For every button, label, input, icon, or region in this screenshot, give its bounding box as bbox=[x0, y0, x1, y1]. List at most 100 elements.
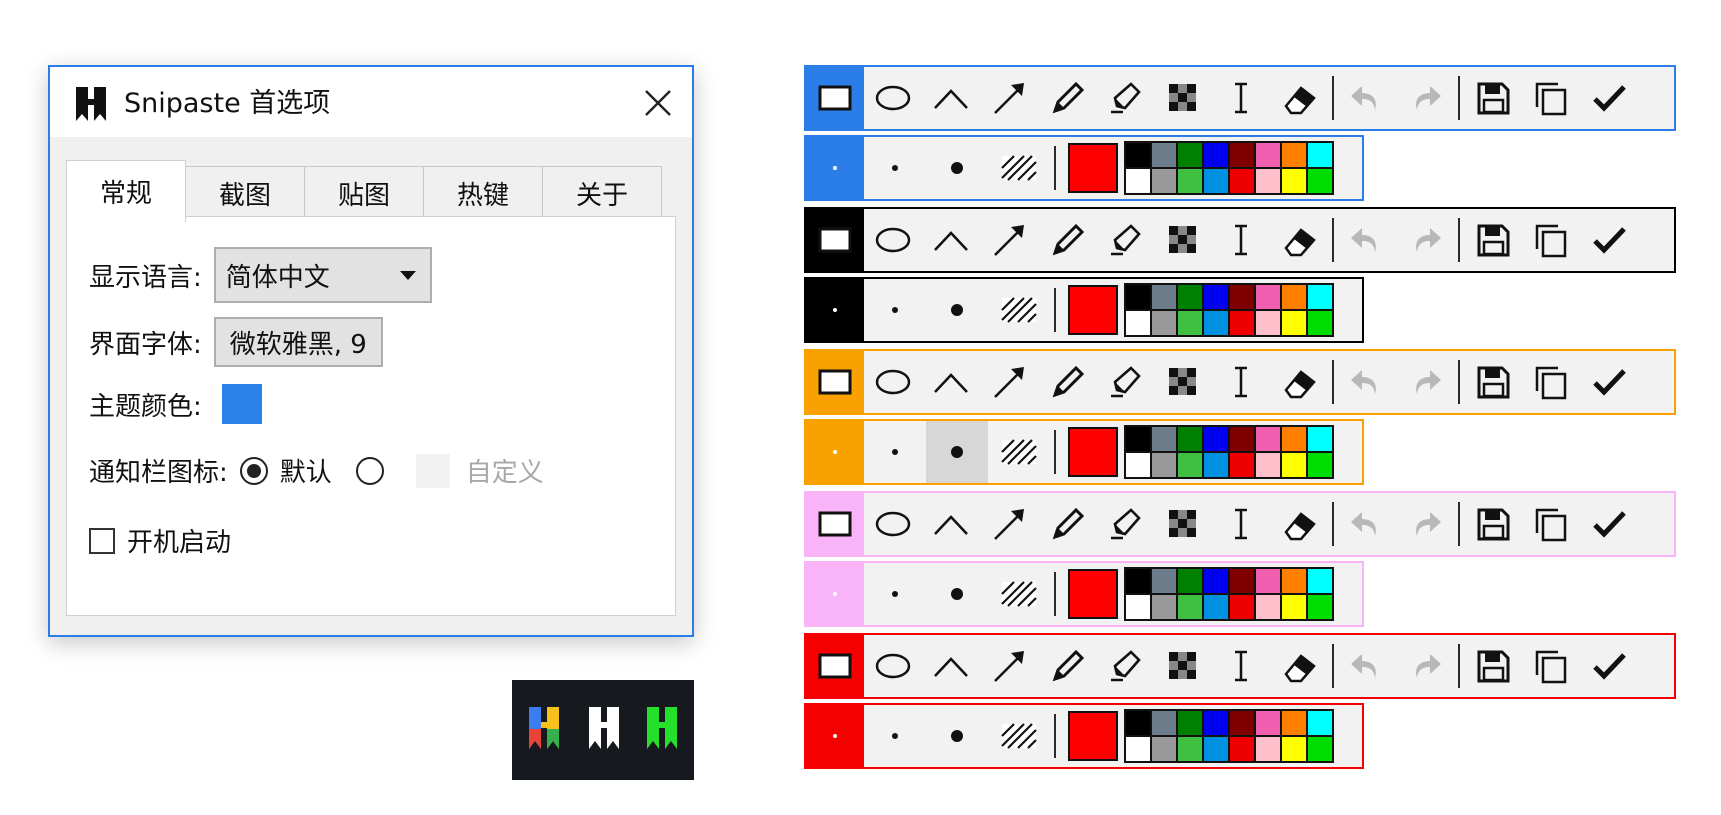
palette-color[interactable] bbox=[1204, 711, 1228, 735]
confirm-tool-button[interactable] bbox=[1580, 209, 1638, 271]
palette-color[interactable] bbox=[1282, 169, 1306, 193]
ellipse-tool-button[interactable] bbox=[864, 493, 922, 555]
tray-default-label[interactable]: 默认 bbox=[280, 452, 332, 489]
language-select[interactable]: 简体中文 bbox=[213, 247, 432, 303]
fill-pattern-button[interactable] bbox=[988, 137, 1050, 199]
text-tool-button[interactable] bbox=[1212, 635, 1270, 697]
palette-color[interactable] bbox=[1256, 711, 1280, 735]
current-color-swatch[interactable] bbox=[1068, 143, 1118, 193]
palette-color[interactable] bbox=[1126, 311, 1150, 335]
eraser-tool-button[interactable] bbox=[1270, 209, 1328, 271]
palette-color[interactable] bbox=[1308, 453, 1332, 477]
palette-color[interactable] bbox=[1256, 311, 1280, 335]
palette-color[interactable] bbox=[1178, 453, 1202, 477]
palette-color[interactable] bbox=[1230, 569, 1254, 593]
fill-pattern-button[interactable] bbox=[988, 563, 1050, 625]
text-tool-button[interactable] bbox=[1212, 209, 1270, 271]
palette-color[interactable] bbox=[1282, 311, 1306, 335]
palette-color[interactable] bbox=[1178, 427, 1202, 451]
palette-color[interactable] bbox=[1204, 311, 1228, 335]
fill-pattern-button[interactable] bbox=[988, 705, 1050, 767]
undo-tool-button[interactable] bbox=[1338, 635, 1396, 697]
palette-color[interactable] bbox=[1308, 169, 1332, 193]
palette-color[interactable] bbox=[1126, 453, 1150, 477]
marker-tool-button[interactable] bbox=[1096, 635, 1154, 697]
pencil-tool-button[interactable] bbox=[1038, 635, 1096, 697]
palette-color[interactable] bbox=[1126, 169, 1150, 193]
mosaic-tool-button[interactable] bbox=[1154, 351, 1212, 413]
ellipse-tool-button[interactable] bbox=[864, 351, 922, 413]
save-tool-button[interactable] bbox=[1464, 635, 1522, 697]
redo-tool-button[interactable] bbox=[1396, 67, 1454, 129]
marker-tool-button[interactable] bbox=[1096, 493, 1154, 555]
confirm-tool-button[interactable] bbox=[1580, 351, 1638, 413]
save-tool-button[interactable] bbox=[1464, 67, 1522, 129]
palette-color[interactable] bbox=[1152, 169, 1176, 193]
polyline-tool-button[interactable] bbox=[922, 209, 980, 271]
small-pen-button[interactable] bbox=[864, 279, 926, 341]
palette-color[interactable] bbox=[1126, 595, 1150, 619]
ellipse-tool-button[interactable] bbox=[864, 67, 922, 129]
tab-screenshot[interactable]: 截图 bbox=[185, 166, 305, 220]
confirm-tool-button[interactable] bbox=[1580, 67, 1638, 129]
palette-color[interactable] bbox=[1230, 595, 1254, 619]
save-tool-button[interactable] bbox=[1464, 351, 1522, 413]
palette-color[interactable] bbox=[1282, 453, 1306, 477]
pencil-tool-button[interactable] bbox=[1038, 493, 1096, 555]
palette-color[interactable] bbox=[1204, 143, 1228, 167]
palette-color[interactable] bbox=[1230, 711, 1254, 735]
palette-color[interactable] bbox=[1230, 143, 1254, 167]
text-tool-button[interactable] bbox=[1212, 67, 1270, 129]
palette-color[interactable] bbox=[1230, 453, 1254, 477]
medium-pen-button[interactable] bbox=[926, 705, 988, 767]
ellipse-tool-button[interactable] bbox=[864, 635, 922, 697]
fill-pattern-button[interactable] bbox=[988, 421, 1050, 483]
palette-color[interactable] bbox=[1204, 169, 1228, 193]
palette-color[interactable] bbox=[1308, 427, 1332, 451]
palette-color[interactable] bbox=[1308, 711, 1332, 735]
palette-color[interactable] bbox=[1204, 569, 1228, 593]
current-color-swatch[interactable] bbox=[1068, 285, 1118, 335]
copy-tool-button[interactable] bbox=[1522, 351, 1580, 413]
palette-color[interactable] bbox=[1308, 569, 1332, 593]
copy-tool-button[interactable] bbox=[1522, 493, 1580, 555]
palette-color[interactable] bbox=[1308, 595, 1332, 619]
palette-color[interactable] bbox=[1126, 143, 1150, 167]
palette-color[interactable] bbox=[1230, 311, 1254, 335]
palette-color[interactable] bbox=[1152, 711, 1176, 735]
palette-color[interactable] bbox=[1282, 711, 1306, 735]
palette-color[interactable] bbox=[1256, 595, 1280, 619]
palette-color[interactable] bbox=[1178, 169, 1202, 193]
palette-color[interactable] bbox=[1230, 169, 1254, 193]
undo-tool-button[interactable] bbox=[1338, 493, 1396, 555]
palette-color[interactable] bbox=[1282, 427, 1306, 451]
redo-tool-button[interactable] bbox=[1396, 635, 1454, 697]
polyline-tool-button[interactable] bbox=[922, 351, 980, 413]
mosaic-tool-button[interactable] bbox=[1154, 635, 1212, 697]
theme-color-swatch[interactable] bbox=[221, 384, 262, 424]
pencil-tool-button[interactable] bbox=[1038, 209, 1096, 271]
rectangle-tool-button[interactable] bbox=[806, 209, 864, 271]
palette-color[interactable] bbox=[1282, 143, 1306, 167]
rectangle-tool-button[interactable] bbox=[806, 635, 864, 697]
redo-tool-button[interactable] bbox=[1396, 351, 1454, 413]
text-tool-button[interactable] bbox=[1212, 493, 1270, 555]
mosaic-tool-button[interactable] bbox=[1154, 209, 1212, 271]
pencil-tool-button[interactable] bbox=[1038, 351, 1096, 413]
redo-tool-button[interactable] bbox=[1396, 209, 1454, 271]
palette-color[interactable] bbox=[1178, 143, 1202, 167]
fill-pattern-button[interactable] bbox=[988, 279, 1050, 341]
palette-color[interactable] bbox=[1256, 285, 1280, 309]
palette-color[interactable] bbox=[1178, 311, 1202, 335]
rectangle-tool-button[interactable] bbox=[806, 67, 864, 129]
copy-tool-button[interactable] bbox=[1522, 635, 1580, 697]
tab-paste[interactable]: 贴图 bbox=[304, 166, 424, 220]
mosaic-tool-button[interactable] bbox=[1154, 493, 1212, 555]
palette-color[interactable] bbox=[1178, 285, 1202, 309]
polyline-tool-button[interactable] bbox=[922, 67, 980, 129]
redo-tool-button[interactable] bbox=[1396, 493, 1454, 555]
palette-color[interactable] bbox=[1152, 311, 1176, 335]
palette-color[interactable] bbox=[1178, 737, 1202, 761]
copy-tool-button[interactable] bbox=[1522, 209, 1580, 271]
palette-color[interactable] bbox=[1308, 285, 1332, 309]
